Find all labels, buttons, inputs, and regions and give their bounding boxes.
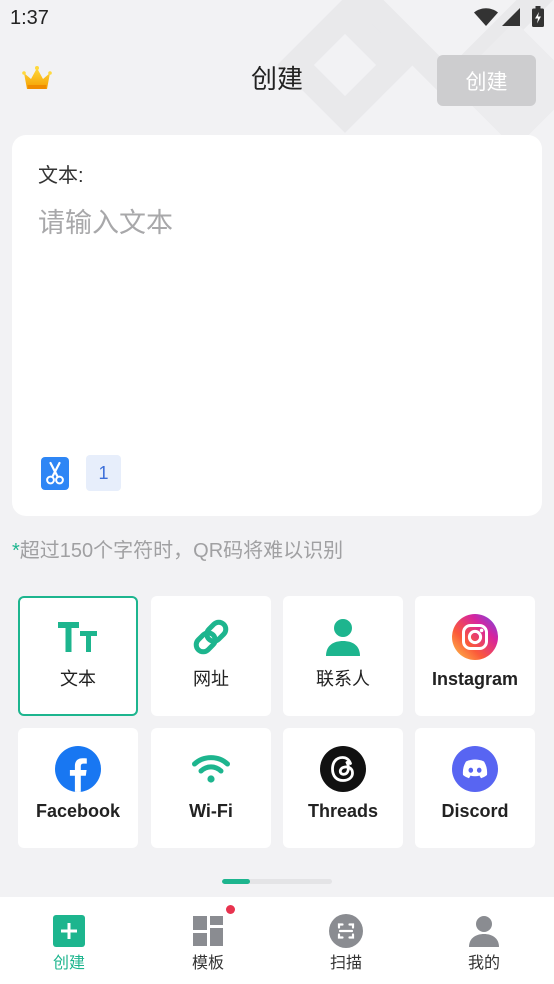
discord-icon	[452, 746, 498, 792]
type-tile-wifi[interactable]: Wi-Fi	[151, 728, 271, 848]
instagram-icon	[452, 614, 498, 660]
battery-charging-icon	[532, 6, 544, 27]
nav-label: 模板	[191, 955, 224, 972]
type-label: Threads	[307, 801, 379, 821]
type-tile-facebook[interactable]: Facebook	[18, 728, 138, 848]
nav-profile[interactable]: 我的	[424, 897, 544, 984]
type-tile-contact[interactable]: 联系人	[283, 596, 403, 716]
scroll-indicator-fill	[222, 879, 250, 884]
hint-asterisk: *	[12, 540, 20, 562]
threads-icon	[320, 746, 366, 792]
type-label: 联系人	[316, 669, 370, 689]
type-label: 文本	[60, 669, 96, 689]
status-bar: 1:37	[0, 0, 554, 38]
scan-icon	[329, 914, 363, 948]
plus-square-icon	[52, 914, 86, 948]
nav-create[interactable]: 创建	[9, 897, 129, 984]
type-tile-url[interactable]: 网址	[151, 596, 271, 716]
cell-signal-icon	[502, 8, 520, 26]
scroll-indicator	[222, 879, 332, 884]
type-label: 网址	[193, 669, 229, 689]
text-editor-card: 文本: 1	[12, 135, 542, 516]
bottom-nav: 创建 模板 扫描 我的	[0, 897, 554, 984]
facebook-icon	[55, 746, 101, 792]
text-field-label: 文本:	[38, 165, 84, 187]
text-type-icon	[55, 614, 101, 660]
type-tile-discord[interactable]: Discord	[415, 728, 535, 848]
length-hint: *超过150个字符时，QR码将难以识别	[12, 538, 343, 564]
contact-icon	[320, 614, 366, 660]
type-tile-text[interactable]: 文本	[18, 596, 138, 716]
notification-dot	[226, 905, 235, 914]
type-label: Discord	[441, 801, 509, 821]
hint-text: 超过150个字符时，QR码将难以识别	[19, 540, 344, 562]
nav-templates[interactable]: 模板	[148, 897, 268, 984]
count-badge[interactable]: 1	[86, 455, 121, 491]
profile-icon	[467, 914, 501, 948]
text-input[interactable]	[38, 205, 516, 435]
scissors-icon[interactable]	[41, 457, 69, 490]
type-label: Instagram	[431, 669, 519, 689]
nav-label: 创建	[52, 955, 85, 972]
nav-label: 我的	[467, 955, 500, 972]
status-time: 1:37	[10, 7, 49, 29]
type-tile-instagram[interactable]: Instagram	[415, 596, 535, 716]
link-icon	[188, 614, 234, 660]
nav-label: 扫描	[329, 955, 362, 972]
wifi-icon	[188, 746, 234, 792]
nav-scan[interactable]: 扫描	[286, 897, 406, 984]
type-label: Wi-Fi	[189, 801, 233, 821]
type-label: Facebook	[35, 801, 121, 821]
create-button[interactable]: 创建	[437, 55, 536, 106]
type-tile-threads[interactable]: Threads	[283, 728, 403, 848]
wifi-status-icon	[474, 8, 498, 26]
template-grid-icon	[191, 914, 225, 948]
